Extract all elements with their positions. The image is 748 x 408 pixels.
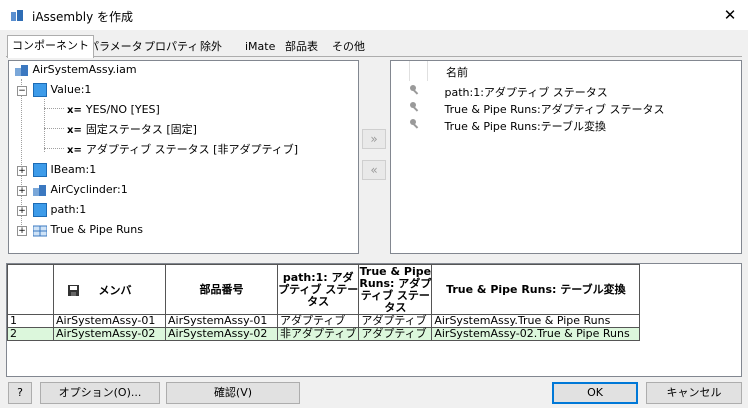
tab-exclude[interactable]: 除外 <box>196 37 226 56</box>
help-button[interactable]: ? <box>8 382 32 404</box>
col-header-label: メンバ <box>98 283 132 297</box>
tree-node-aircylinder[interactable]: AirCyclinder:1 <box>33 181 128 199</box>
help-icon: ? <box>17 386 23 399</box>
col-header-tp-adaptive[interactable]: True & Pipe Runs: アダプティブ ステータス <box>358 264 433 315</box>
tab-bom[interactable]: 部品表 <box>281 37 322 56</box>
close-icon[interactable]: ✕ <box>718 3 742 27</box>
assembly-icon <box>15 64 28 76</box>
tab-imate[interactable]: iMate <box>241 37 279 56</box>
part-cube-icon <box>33 83 47 97</box>
ok-button[interactable]: OK <box>552 382 638 404</box>
column-divider <box>427 61 428 81</box>
expand-icon[interactable]: + <box>17 166 27 176</box>
list-item[interactable]: path:1:アダプティブ ステータス <box>409 84 608 100</box>
expand-icon[interactable]: + <box>17 206 27 216</box>
key-icon <box>410 102 419 112</box>
cell-path-adaptive[interactable]: 非アダプティブ <box>276 327 360 341</box>
list-item[interactable]: True & Pipe Runs:アダプティブ ステータス <box>409 101 665 117</box>
cell-member[interactable]: AirSystemAssy-02 <box>53 327 166 341</box>
col-header-part-number[interactable]: 部品番号 <box>165 264 278 315</box>
tab-other[interactable]: その他 <box>328 37 369 56</box>
parameter-icon: x= <box>67 105 82 116</box>
list-item-label: True & Pipe Runs:アダプティブ ステータス <box>444 103 665 116</box>
tree-node-label: Value:1 <box>50 83 92 96</box>
row-number: 2 <box>7 327 54 341</box>
row-number-header <box>7 264 54 315</box>
parameter-icon: x= <box>67 125 82 136</box>
add-right-button[interactable]: » <box>362 129 386 149</box>
tree-node-value[interactable]: Value:1 <box>33 81 91 99</box>
col-header-tp-table[interactable]: True & Pipe Runs: テーブル変換 <box>431 264 641 315</box>
tree-node-ibeam[interactable]: IBeam:1 <box>33 161 96 179</box>
parameter-icon: x= <box>67 145 82 156</box>
cell-tp-table[interactable]: AirSystemAssy.True & Pipe Runs <box>431 314 641 328</box>
collapse-icon[interactable]: − <box>17 86 27 96</box>
verify-button[interactable]: 確認(V) <box>166 382 300 404</box>
expand-icon[interactable]: + <box>17 226 27 236</box>
tree-node-label: AirCyclinder:1 <box>50 183 128 196</box>
tree-param-yesno[interactable]: x= YES/NO [YES] <box>67 101 160 119</box>
tree-param-adaptive[interactable]: x= アダプティブ ステータス [非アダプティブ] <box>67 141 298 159</box>
remove-left-button[interactable]: « <box>362 160 386 180</box>
window-title: iAssembly を作成 <box>32 10 133 24</box>
tree-node-label: 固定ステータス [固定] <box>85 123 197 136</box>
cell-member[interactable]: AirSystemAssy-01 <box>53 314 166 328</box>
list-item-label: path:1:アダプティブ ステータス <box>444 86 608 99</box>
column-divider <box>409 61 410 81</box>
key-icon <box>410 85 419 95</box>
tree-node-path[interactable]: path:1 <box>33 201 86 219</box>
tree-node-truepipe[interactable]: True & Pipe Runs <box>33 221 143 239</box>
col-header-path-adaptive[interactable]: path:1: アダプティブ ステータス <box>276 264 360 315</box>
tree-node-label: アダプティブ ステータス [非アダプティブ] <box>85 143 299 156</box>
selected-list[interactable]: 名前 path:1:アダプティブ ステータス True & Pipe Runs:… <box>390 60 742 254</box>
tree-node-label: True & Pipe Runs <box>50 223 143 236</box>
part-cube-icon <box>33 163 47 177</box>
tab-strip-border <box>6 56 742 57</box>
cell-path-adaptive[interactable]: アダプティブ <box>276 314 360 328</box>
member-table[interactable]: メンバ 部品番号 path:1: アダプティブ ステータス True & Pip… <box>6 263 742 377</box>
tree-node-label: path:1 <box>50 203 87 216</box>
tab-components[interactable]: コンポーネント <box>7 35 94 58</box>
list-item-label: True & Pipe Runs:テーブル変換 <box>444 120 607 133</box>
tree-node-root[interactable]: AirSystemAssy.iam <box>15 61 137 79</box>
list-item[interactable]: True & Pipe Runs:テーブル変換 <box>409 118 606 134</box>
row-number: 1 <box>7 314 54 328</box>
assembly-icon <box>33 184 46 196</box>
key-icon <box>410 119 419 129</box>
component-tree[interactable]: AirSystemAssy.iam − Value:1 x= YES/NO [YE… <box>8 60 359 254</box>
cell-tp-adaptive[interactable]: アダプティブ <box>358 327 433 341</box>
expand-icon[interactable]: + <box>17 186 27 196</box>
table-row[interactable]: 1 AirSystemAssy-01 AirSystemAssy-01 アダプテ… <box>7 314 641 328</box>
col-header-member[interactable]: メンバ <box>53 264 166 315</box>
cell-tp-table[interactable]: AirSystemAssy-02.True & Pipe Runs <box>431 327 641 341</box>
table-row[interactable]: 2 AirSystemAssy-02 AirSystemAssy-02 非アダプ… <box>7 327 641 341</box>
assembly-app-icon <box>11 10 23 21</box>
cell-part-number[interactable]: AirSystemAssy-01 <box>165 314 278 328</box>
tree-node-label: AirSystemAssy.iam <box>32 63 137 76</box>
tab-properties[interactable]: プロパティ <box>140 37 202 56</box>
route-assembly-icon <box>33 225 47 236</box>
cell-tp-adaptive[interactable]: アダプティブ <box>358 314 433 328</box>
save-icon <box>67 284 79 296</box>
tree-node-label: IBeam:1 <box>50 163 97 176</box>
options-button[interactable]: オプション(O)... <box>40 382 160 404</box>
cell-part-number[interactable]: AirSystemAssy-02 <box>165 327 278 341</box>
list-header-name[interactable]: 名前 <box>446 64 468 80</box>
cancel-button[interactable]: キャンセル <box>646 382 742 404</box>
part-cube-icon <box>33 203 47 217</box>
tree-node-label: YES/NO [YES] <box>85 103 160 116</box>
table-header-row: メンバ 部品番号 path:1: アダプティブ ステータス True & Pip… <box>7 264 641 315</box>
tree-param-fixed[interactable]: x= 固定ステータス [固定] <box>67 121 197 139</box>
